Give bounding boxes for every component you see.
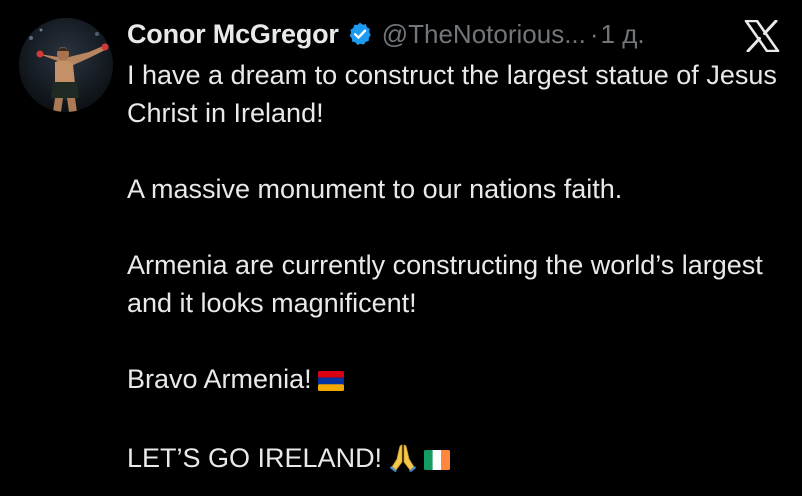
tweet-line: LET’S GO IRELAND!: [127, 443, 383, 473]
tweet-line: A massive monument to our nations faith.: [127, 174, 623, 204]
avatar[interactable]: [19, 18, 113, 112]
tweet-line: Armenia are currently constructing the w…: [127, 250, 763, 318]
tweet-line: Bravo Armenia!: [127, 364, 312, 394]
tweet-line-with-flag: Bravo Armenia!: [127, 360, 787, 401]
tweet-line-with-emoji: LET’S GO IRELAND!: [127, 439, 787, 482]
display-name[interactable]: Conor McGregor: [127, 19, 339, 50]
tweet-text: I have a dream to construct the largest …: [127, 56, 787, 482]
separator-dot: ·: [589, 18, 599, 49]
x-logo-icon: [744, 19, 780, 53]
tweet-line: I have a dream to construct the largest …: [127, 60, 777, 128]
tweet[interactable]: Conor McGregor @TheNotorious... · 1 д. I…: [0, 0, 802, 496]
author-handle[interactable]: @TheNotorious...: [382, 19, 586, 50]
flag-armenia-icon: [317, 363, 344, 401]
post-time[interactable]: 1 д.: [601, 19, 645, 50]
praying-hands-icon: [388, 442, 418, 482]
flag-ireland-icon: [424, 442, 451, 480]
verified-badge-icon: [347, 21, 373, 47]
tweet-header: Conor McGregor @TheNotorious... · 1 д.: [127, 14, 645, 54]
